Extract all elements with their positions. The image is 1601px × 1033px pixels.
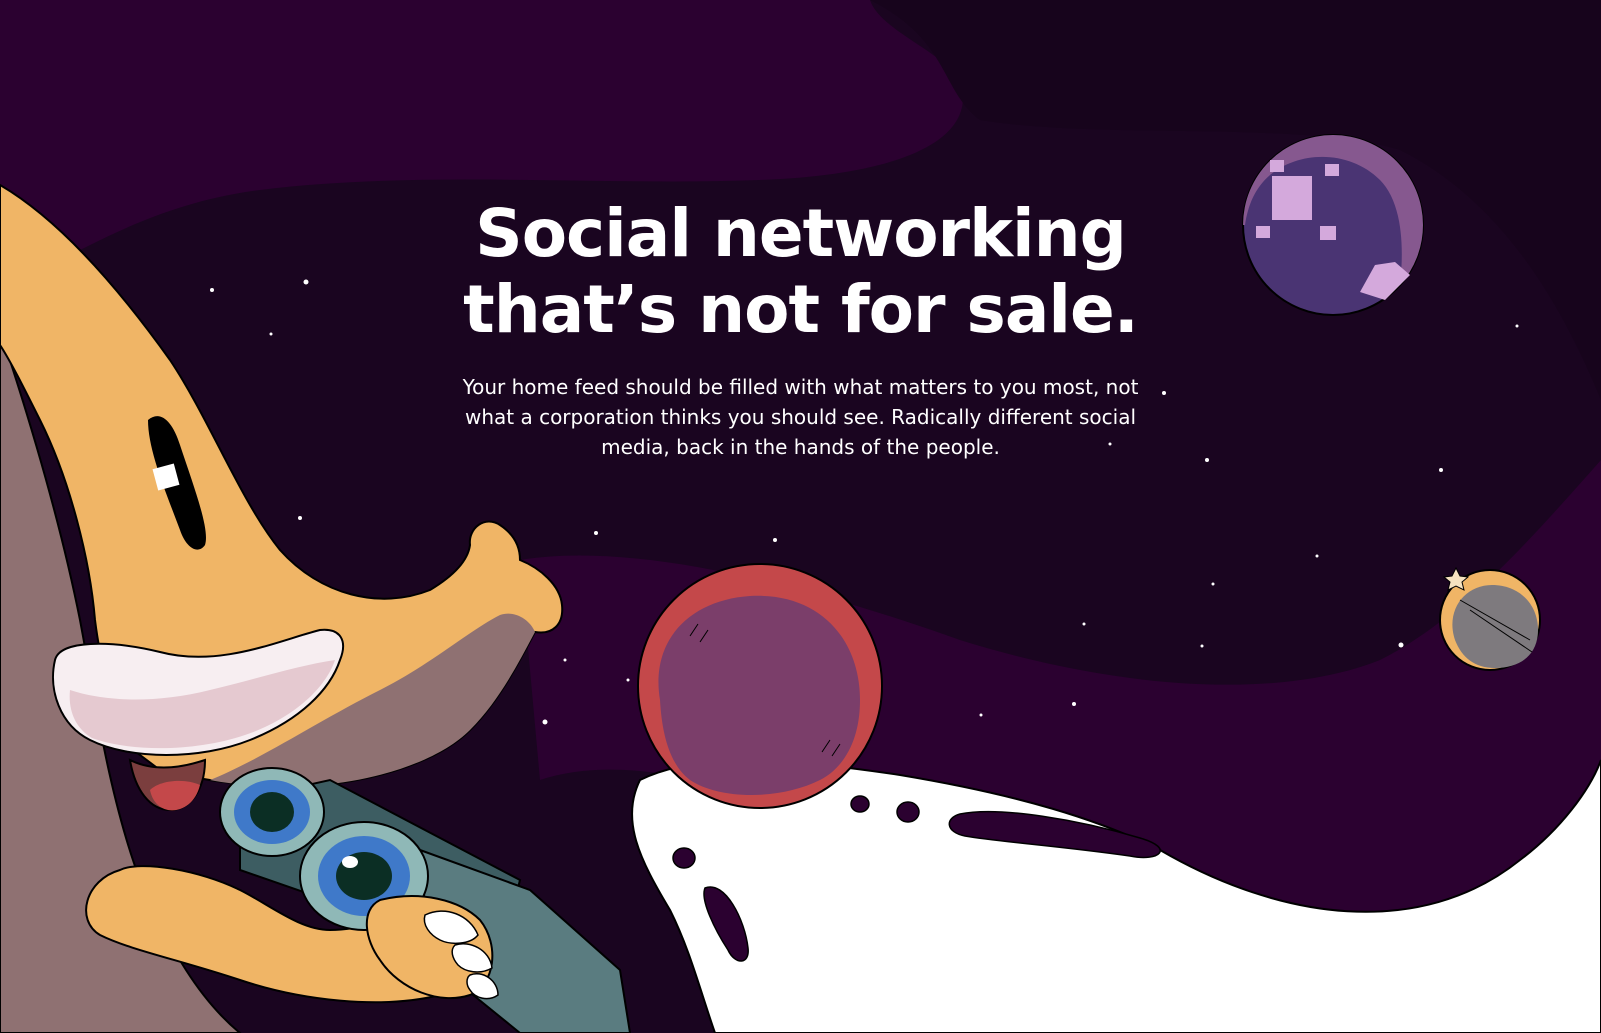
star <box>626 678 630 682</box>
star <box>1082 622 1086 626</box>
space-illustration <box>0 0 1601 1033</box>
hero-section: Social networking that’s not for sale. Y… <box>0 0 1601 1033</box>
hero-text: Social networking that’s not for sale. Y… <box>0 196 1601 462</box>
small-orange-planet <box>1439 566 1541 671</box>
star <box>1211 582 1215 586</box>
star <box>1315 554 1319 558</box>
hero-title-line-1: Social networking <box>475 195 1127 272</box>
hero-title: Social networking that’s not for sale. <box>351 196 1251 348</box>
star <box>298 516 302 520</box>
red-planet <box>637 563 883 809</box>
moon-crater <box>850 795 870 813</box>
star <box>594 531 598 535</box>
moon-crater <box>672 847 696 869</box>
star <box>1200 644 1204 648</box>
star <box>1439 468 1443 472</box>
hero-title-line-2: that’s not for sale. <box>463 271 1139 348</box>
star <box>979 713 983 717</box>
star <box>563 658 567 662</box>
star <box>1398 642 1404 648</box>
star <box>773 538 777 542</box>
star <box>1072 702 1076 706</box>
star <box>542 719 548 725</box>
hero-subtitle: Your home feed should be filled with wha… <box>462 375 1139 459</box>
moon-crater <box>896 801 920 823</box>
